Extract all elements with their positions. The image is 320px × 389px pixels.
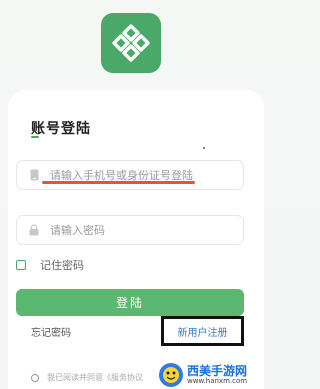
watermark-url: www.hanxm.com xyxy=(187,376,248,385)
login-title: 账号登陆 xyxy=(31,121,91,137)
decorative-dot xyxy=(203,147,205,149)
app-logo xyxy=(101,13,161,73)
agreement-row[interactable]: 我已阅读并同意《服务协议 xyxy=(31,372,143,383)
highlight-underline xyxy=(42,181,195,184)
lock-icon xyxy=(27,224,41,236)
watermark-name: 西美手游网 xyxy=(187,363,248,378)
remember-checkbox[interactable] xyxy=(16,260,26,270)
login-button[interactable]: 登陆 xyxy=(16,289,244,316)
phone-icon xyxy=(27,169,41,181)
password-placeholder: 请输入密码 xyxy=(50,224,105,237)
phone-input[interactable]: 请输入手机号或身份证号登陆 xyxy=(16,160,244,190)
watermark: 西美手游网 www.hanxm.com xyxy=(158,361,270,388)
register-link[interactable]: 新用户注册 xyxy=(178,324,228,339)
forgot-password-link[interactable]: 忘记密码 xyxy=(31,324,71,339)
app-logo-icon xyxy=(112,24,150,62)
watermark-logo-icon xyxy=(159,362,183,387)
agreement-text: 我已阅读并同意《服务协议 xyxy=(47,373,143,382)
password-input[interactable]: 请输入密码 xyxy=(16,215,244,245)
title-underline xyxy=(31,136,39,138)
remember-label: 记住密码 xyxy=(40,259,84,272)
agreement-radio[interactable] xyxy=(31,373,39,382)
register-highlight-box: 新用户注册 xyxy=(161,316,244,346)
remember-password[interactable]: 记住密码 xyxy=(16,257,84,273)
